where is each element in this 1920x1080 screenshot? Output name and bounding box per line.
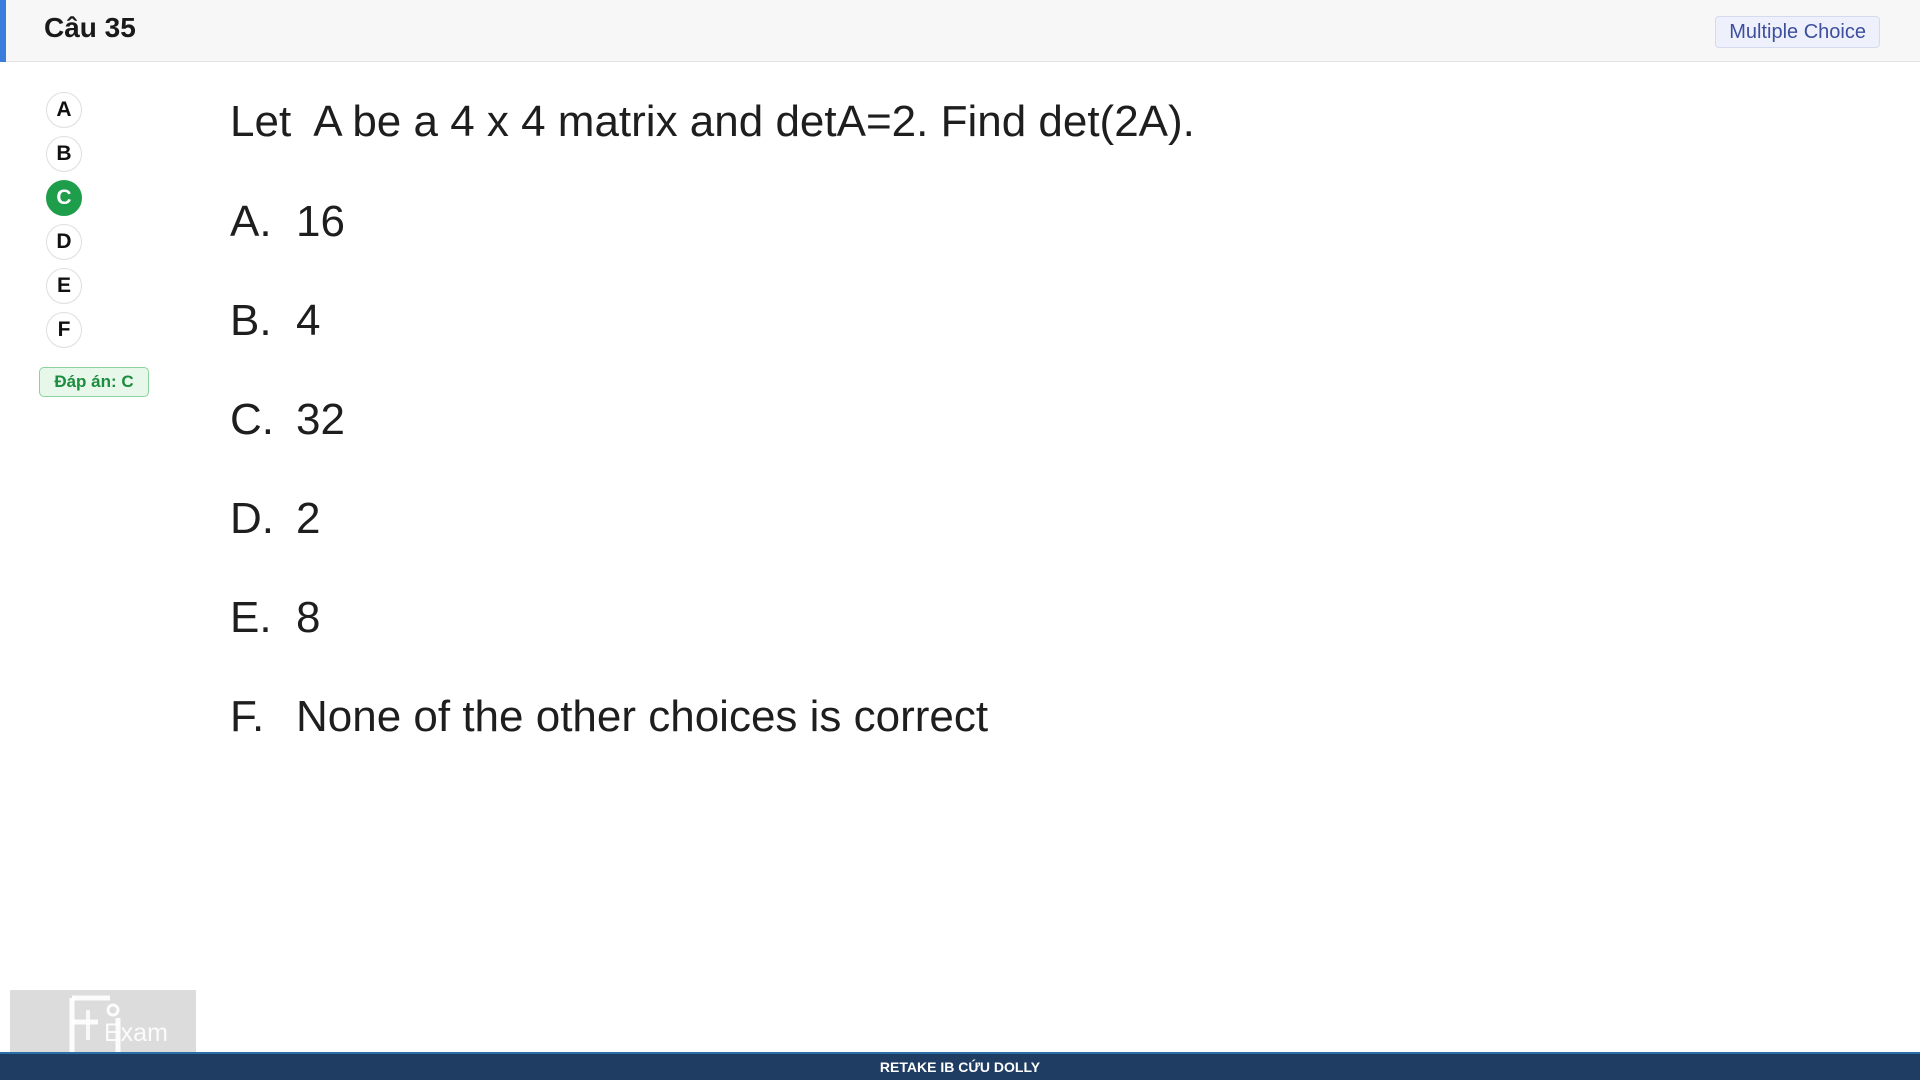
option-d: D. 2 bbox=[230, 489, 1328, 549]
footer-banner: RETAKE IB CỨU DOLLY bbox=[0, 1052, 1920, 1080]
choice-bubble-a[interactable]: A bbox=[46, 92, 82, 128]
choice-bubble-e[interactable]: E bbox=[46, 268, 82, 304]
option-text: 4 bbox=[296, 296, 321, 345]
question-type-badge: Multiple Choice bbox=[1715, 16, 1880, 48]
choice-bubble-b[interactable]: B bbox=[46, 136, 82, 172]
logo-text: Exam bbox=[104, 1019, 168, 1047]
question-stem: Let A be a 4 x 4 matrix and detA=2. Find… bbox=[230, 97, 1195, 146]
option-text: 8 bbox=[296, 593, 321, 642]
option-letter: C. bbox=[230, 395, 274, 444]
question-content: Let A be a 4 x 4 matrix and detA=2. Find… bbox=[228, 92, 1328, 786]
option-c: C. 32 bbox=[230, 390, 1328, 450]
correct-answer-badge: Đáp án: C bbox=[39, 367, 149, 397]
option-e: E. 8 bbox=[230, 588, 1328, 648]
option-letter: F. bbox=[230, 692, 265, 741]
option-letter: E. bbox=[230, 593, 272, 642]
option-a: A. 16 bbox=[230, 192, 1328, 252]
question-number-title: Câu 35 bbox=[44, 12, 136, 43]
option-letter: B. bbox=[230, 296, 272, 345]
option-letter: A. bbox=[230, 197, 272, 246]
option-text: 32 bbox=[296, 395, 345, 444]
header-accent-bar bbox=[0, 0, 6, 62]
option-text: 2 bbox=[296, 494, 321, 543]
option-text: 16 bbox=[296, 197, 345, 246]
option-f: F. None of the other choices is correct bbox=[230, 687, 1328, 747]
answer-choice-list: A B C D E F bbox=[46, 92, 86, 356]
option-letter: D. bbox=[230, 494, 274, 543]
choice-bubble-c[interactable]: C bbox=[46, 180, 82, 216]
question-header: Câu 35 Multiple Choice bbox=[0, 0, 1920, 62]
choice-bubble-f[interactable]: F bbox=[46, 312, 82, 348]
option-text: None of the other choices is correct bbox=[296, 692, 989, 741]
choice-bubble-d[interactable]: D bbox=[46, 224, 82, 260]
option-b: B. 4 bbox=[230, 291, 1328, 351]
